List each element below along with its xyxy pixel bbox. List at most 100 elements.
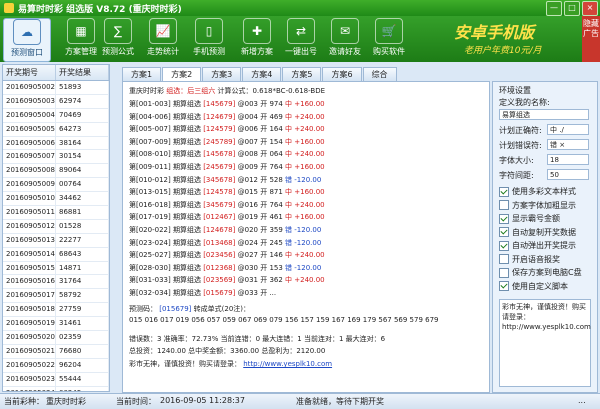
- tab-plan1[interactable]: 方案1: [122, 67, 162, 81]
- plan-line-kai: 开 164: [260, 125, 283, 134]
- unchecked-box-icon[interactable]: [499, 254, 509, 264]
- setting-checkbox[interactable]: 保存方案到电脑C盘: [499, 267, 582, 278]
- result-row[interactable]: 20160905014 68643: [3, 247, 109, 262]
- result-issue: 20160905006: [3, 136, 56, 150]
- result-row[interactable]: 20160905003 62974: [3, 94, 109, 109]
- toolbar-formula-button[interactable]: ∑ 预测公式: [95, 18, 141, 60]
- unchecked-box-icon[interactable]: [499, 267, 509, 278]
- result-issue: 20160905021: [3, 344, 56, 358]
- tab-plan3[interactable]: 方案3: [202, 67, 242, 81]
- toolbar-one-click-button[interactable]: ⇄ 一键出号: [278, 18, 324, 60]
- toolbar-label: 走势统计: [147, 47, 179, 56]
- miss-mark-field[interactable]: 错 ×: [547, 139, 589, 150]
- result-row[interactable]: 20160905018 27759: [3, 303, 109, 318]
- font-size-field[interactable]: 18: [547, 154, 589, 165]
- toolbar-phone-button[interactable]: ▯ 手机预测: [186, 18, 232, 60]
- plan-line-nums: [124679]: [203, 112, 236, 121]
- single-bets: 015 016 017 019 056 057 059 067 069 079 …: [129, 316, 439, 324]
- cloud-icon: ☁: [13, 19, 41, 45]
- predict-tail: 转成单式(20注)：: [193, 305, 251, 313]
- result-row[interactable]: 20160905015 14871: [3, 261, 109, 276]
- result-row[interactable]: 20160905009 00764: [3, 178, 109, 193]
- setting-checkbox[interactable]: 使用多彩文本样式: [499, 186, 576, 197]
- plan-line-type: 期算组选: [172, 276, 201, 285]
- spacing-field[interactable]: 50: [547, 169, 589, 180]
- plan-line-range: 第[013-015]: [129, 188, 171, 197]
- android-banner[interactable]: 安卓手机版 老用户年费10元/月: [452, 17, 582, 61]
- result-row[interactable]: 20160905002 51893: [3, 81, 109, 95]
- plan-line: 第[008-010] 期算组选 [145678] @008 开 064 中 +2…: [129, 149, 325, 159]
- setting-checkbox[interactable]: 自动弹出开奖提示: [499, 240, 576, 251]
- plan-line-issue: @009: [237, 163, 258, 171]
- result-row[interactable]: 20160905023 55444: [3, 372, 109, 387]
- checked-box-icon[interactable]: [499, 227, 509, 237]
- plan-line-issue: @015: [237, 188, 258, 197]
- result-row[interactable]: 20160905013 22277: [3, 233, 109, 248]
- checked-box-icon[interactable]: [499, 240, 509, 251]
- result-row[interactable]: 20160905017 58792: [3, 289, 109, 304]
- hide-ad-button[interactable]: 隐藏广告: [582, 16, 600, 62]
- result-issue: 20160905004: [3, 108, 56, 122]
- checked-box-icon[interactable]: [499, 281, 509, 291]
- setting-checkbox[interactable]: 开启语音报奖: [499, 254, 560, 265]
- minimize-button[interactable]: —: [546, 1, 562, 16]
- list-header: 开奖期号 开奖结果: [3, 65, 109, 81]
- toolbar-trend-button[interactable]: 📈 走势统计: [140, 18, 186, 60]
- setting-checkbox[interactable]: 使用自定义脚本: [499, 281, 568, 292]
- plan-line: 第[010-012] 期算组选 [345678] @012 开 528 错 -1…: [129, 175, 321, 185]
- plan-line-kai: 开 064: [260, 150, 283, 159]
- tab-plan6[interactable]: 方案6: [322, 67, 362, 81]
- result-row[interactable]: 20160905007 30154: [3, 150, 109, 165]
- result-row[interactable]: 20160905004 70469: [3, 108, 109, 123]
- checked-box-icon[interactable]: [499, 213, 509, 224]
- plan-line-mark: 中: [285, 100, 293, 108]
- prediction-text-panel[interactable]: 重庆时时彩 组选：后三组六 计算公式：0.618*BC-0.618-BDE 第[…: [122, 81, 490, 393]
- close-button[interactable]: ×: [582, 1, 598, 16]
- setting-checkbox[interactable]: 自动复制开奖数据: [499, 227, 576, 238]
- plan-line-mark: 中: [285, 251, 293, 260]
- header-result[interactable]: 开奖结果: [56, 65, 109, 80]
- toolbar-label: 一键出号: [285, 47, 317, 56]
- checked-box-icon[interactable]: [499, 186, 509, 197]
- result-row[interactable]: 20160905020 02359: [3, 331, 109, 345]
- tab-plan4[interactable]: 方案4: [242, 67, 282, 81]
- footer-link[interactable]: http://www.yesplk10.com: [243, 360, 332, 368]
- result-row[interactable]: 20160905010 34462: [3, 192, 109, 207]
- result-issue: 20160905002: [3, 81, 56, 94]
- toolbar-invite-button[interactable]: ✉ 邀请好友: [322, 18, 368, 60]
- result-row[interactable]: 2016090502400245: [3, 386, 109, 391]
- tab-summary[interactable]: 综合: [362, 67, 397, 81]
- result-row[interactable]: 20160905021 76680: [3, 344, 109, 359]
- result-row[interactable]: 20160905008 89064: [3, 164, 109, 179]
- result-row[interactable]: 20160905022 96204: [3, 358, 109, 373]
- hit-mark-field[interactable]: 中 ./: [547, 124, 589, 135]
- predict-numbers: [015679]: [159, 305, 192, 313]
- tab-plan5[interactable]: 方案5: [282, 67, 322, 81]
- result-row[interactable]: 20160905016 31764: [3, 275, 109, 290]
- result-row[interactable]: 20160905005 64273: [3, 122, 109, 137]
- toolbar-buy-button[interactable]: 🛒 购买软件: [366, 18, 412, 60]
- result-row[interactable]: 20160905011 86881: [3, 206, 109, 220]
- plan-line-nums: [023456]: [203, 251, 236, 260]
- setting-checkbox[interactable]: 显示霸号金额: [499, 213, 560, 224]
- result-row[interactable]: 20160905006 38164: [3, 136, 109, 151]
- result-result: 22277: [56, 233, 109, 247]
- status-lottery-value: 重庆时时彩: [46, 397, 86, 406]
- setting-checkbox[interactable]: 方案字体加粗显示: [499, 200, 576, 211]
- toolbar-new-plan-button[interactable]: ✚ 新增方案: [234, 18, 280, 60]
- result-row[interactable]: 20160905019 31461: [3, 317, 109, 332]
- plan-line: 第[004-006] 期算组选 [124679] @004 开 469 中 +2…: [129, 112, 325, 122]
- tab-plan2[interactable]: 方案2: [162, 67, 202, 82]
- setting-checkbox-label: 使用多彩文本样式: [512, 187, 576, 196]
- setting-checkbox-label: 使用自定义脚本: [512, 281, 568, 291]
- notice-textbox[interactable]: 彩市无神，谨慎投资！购买请登录：http://www.yesplk10.com: [499, 299, 591, 387]
- result-result: 68643: [56, 247, 109, 261]
- plan-line-type: 期算组选: [172, 112, 201, 121]
- maximize-button[interactable]: □: [564, 1, 580, 16]
- result-row[interactable]: 20160905012 01528: [3, 219, 109, 234]
- name-field[interactable]: 易算组选: [499, 109, 589, 120]
- draw-results-list[interactable]: 开奖期号 开奖结果 20160905002 51893 20160905003 629…: [2, 64, 110, 392]
- toolbar-predict-window-button[interactable]: ☁ 预测窗口: [3, 18, 51, 62]
- unchecked-box-icon[interactable]: [499, 200, 509, 210]
- header-issue[interactable]: 开奖期号: [3, 65, 56, 80]
